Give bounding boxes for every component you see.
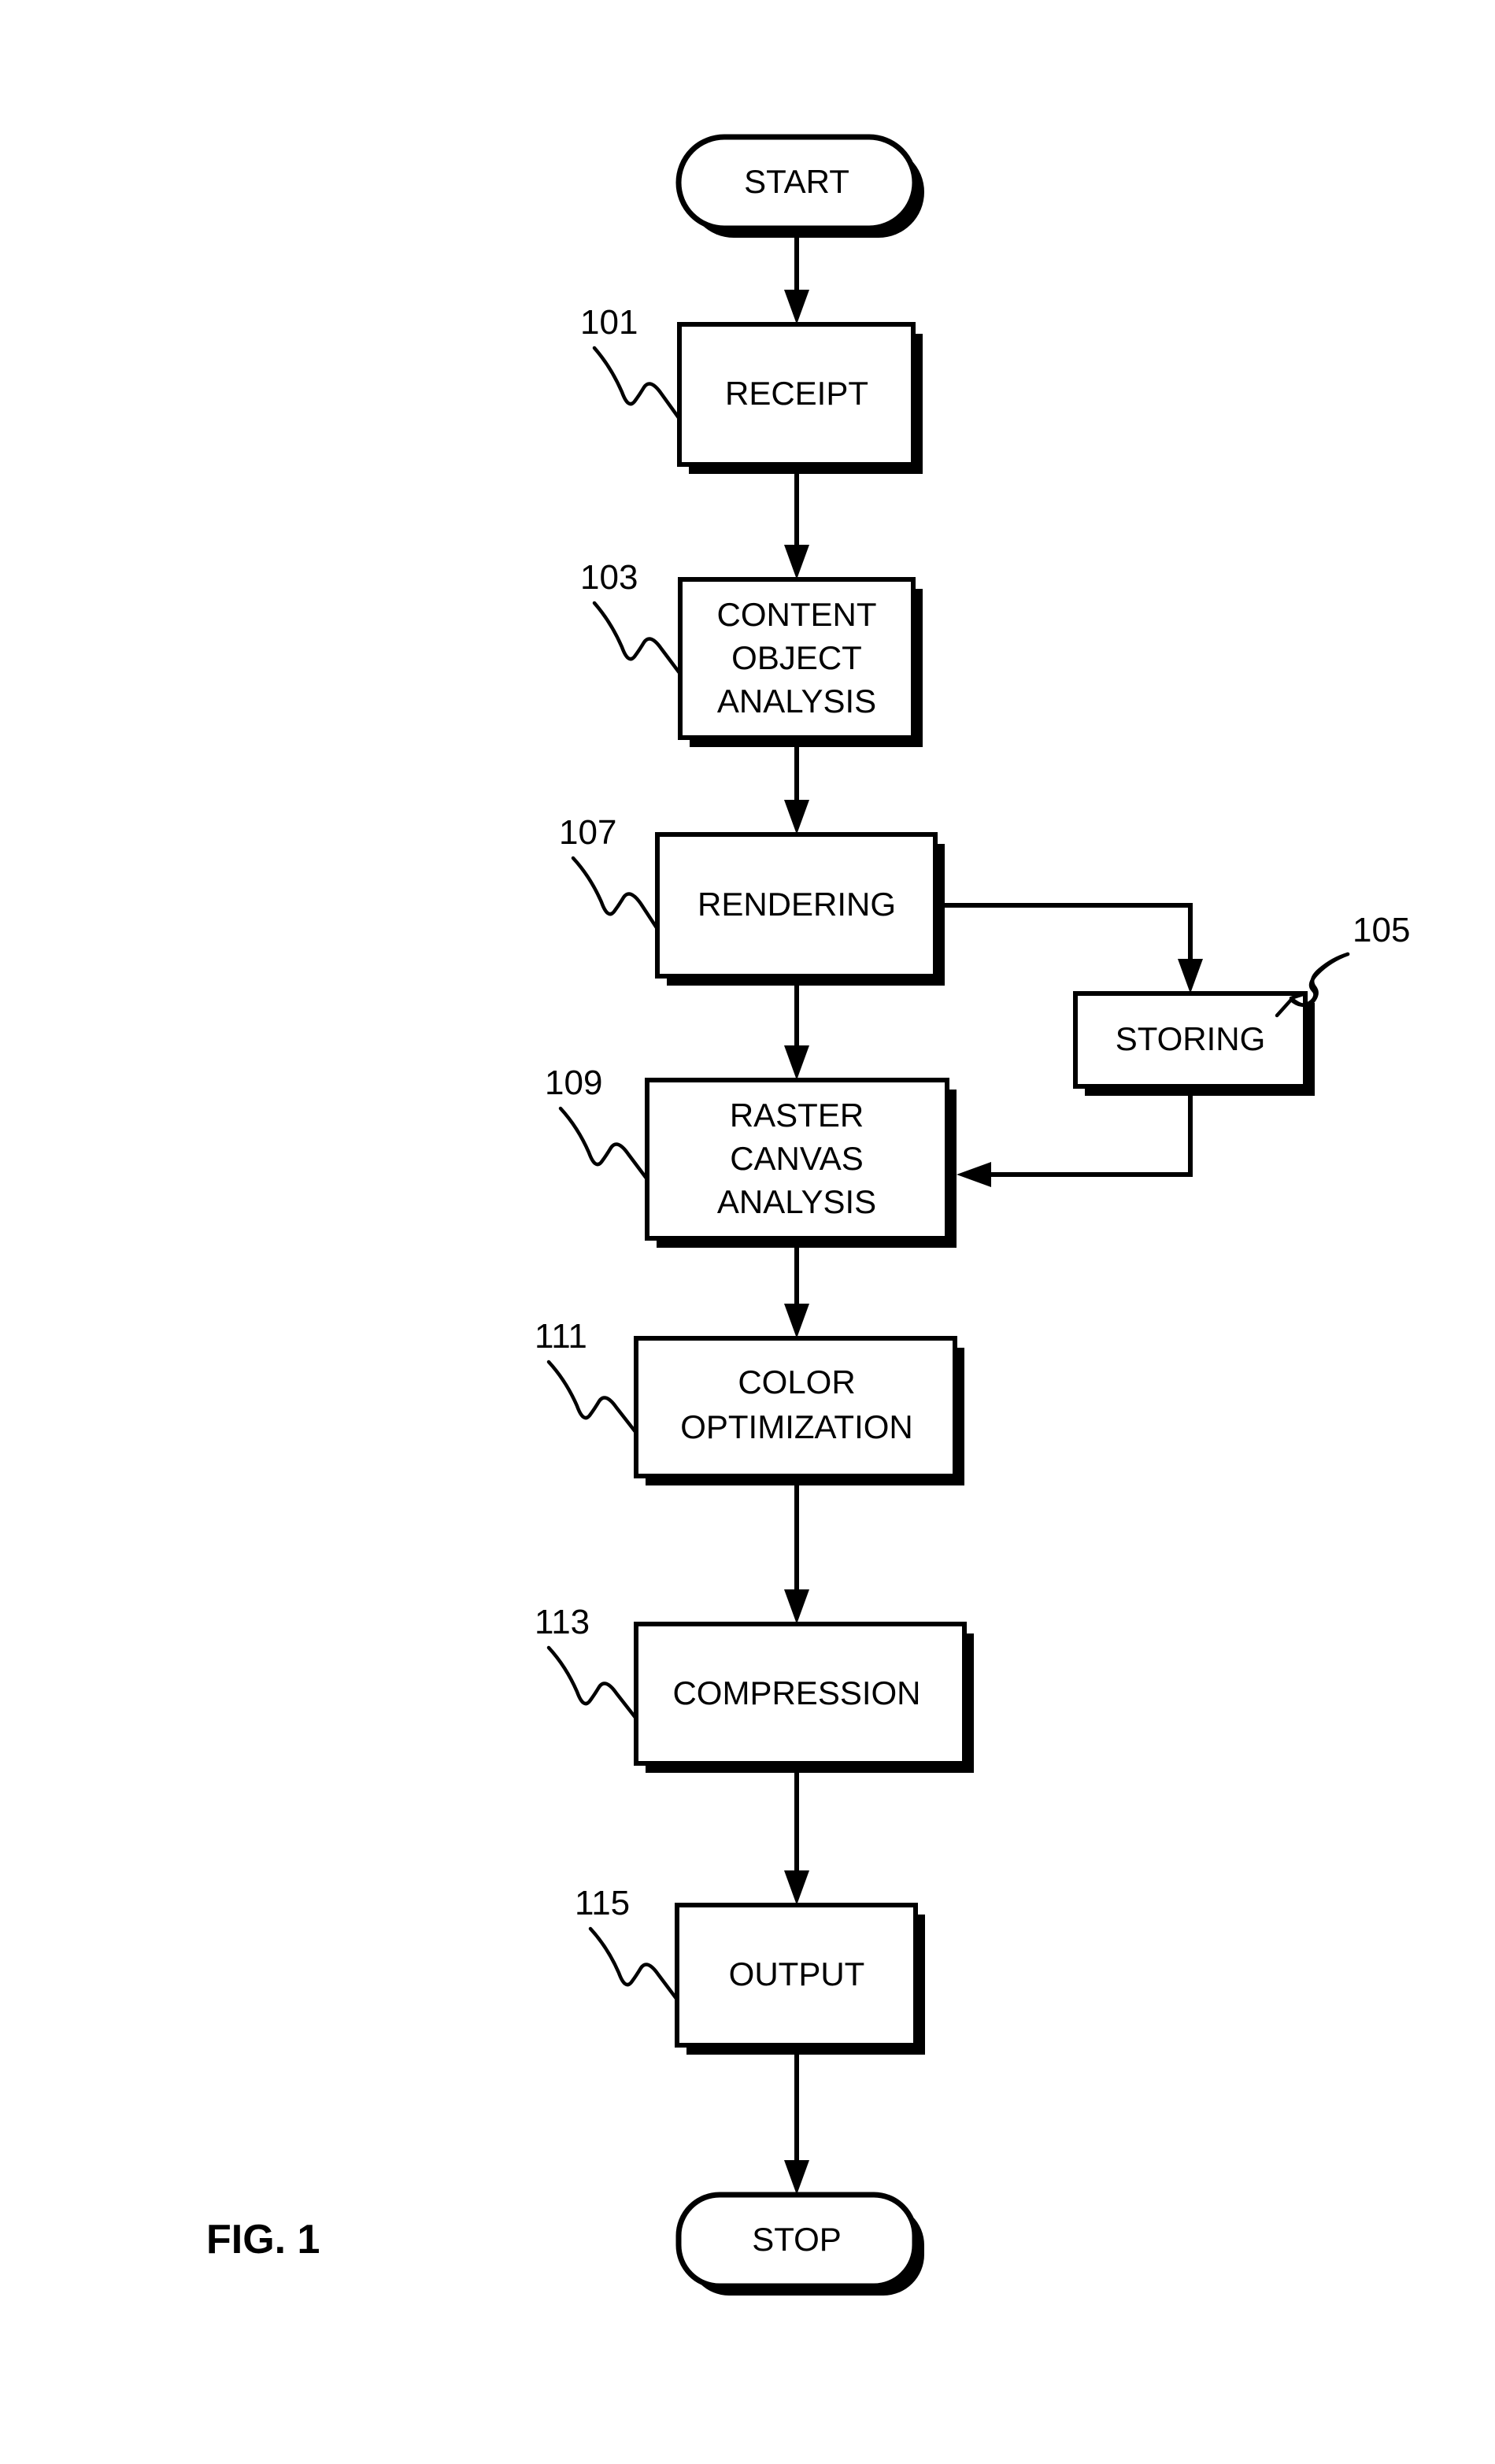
compression-label: COMPRESSION bbox=[672, 1674, 920, 1711]
figure-caption: FIG. 1 bbox=[206, 2217, 320, 2262]
output-label: OUTPUT bbox=[729, 1955, 865, 1992]
rendering-label: RENDERING bbox=[698, 886, 896, 923]
lead-line-107 bbox=[571, 856, 660, 931]
ref-numeral-115: 115 bbox=[575, 1884, 630, 1922]
node-color-optimization: COLOR OPTIMIZATION bbox=[634, 1336, 964, 1485]
ref-numeral-103: 103 bbox=[580, 558, 638, 597]
ref-numeral-113-group: 113 bbox=[535, 1603, 638, 1721]
color-optimization-label-line2: OPTIMIZATION bbox=[680, 1408, 913, 1445]
lead-line-111 bbox=[546, 1360, 638, 1435]
raster-canvas-analysis-label-line1: RASTER bbox=[730, 1097, 864, 1134]
edge-color-to-compression bbox=[784, 1485, 809, 1624]
node-raster-canvas-analysis: RASTER CANVAS ANALYSIS bbox=[645, 1078, 957, 1248]
edge-rendering-to-storing bbox=[945, 903, 1203, 993]
edge-content-to-rendering bbox=[784, 747, 809, 834]
ref-numeral-109: 109 bbox=[545, 1064, 602, 1102]
color-optimization-body bbox=[634, 1336, 957, 1478]
edge-receipt-to-content bbox=[784, 474, 809, 579]
lead-line-103 bbox=[592, 601, 683, 676]
edge-storing-to-raster bbox=[957, 1096, 1193, 1187]
ref-numeral-103-group: 103 bbox=[580, 558, 683, 676]
ref-numeral-111-group: 111 bbox=[535, 1317, 638, 1435]
lead-line-101 bbox=[592, 346, 682, 421]
node-receipt: RECEIPT bbox=[677, 322, 923, 474]
content-object-analysis-label-line3: ANALYSIS bbox=[717, 683, 876, 720]
lead-line-113 bbox=[546, 1645, 638, 1721]
edge-output-to-stop bbox=[784, 2055, 809, 2195]
patent-figure: START RECEIPT 101 CONTENT OBJECT ANALYSI… bbox=[0, 0, 1495, 2464]
edge-raster-to-color bbox=[784, 1248, 809, 1338]
raster-canvas-analysis-label-line3: ANALYSIS bbox=[717, 1183, 876, 1220]
node-rendering: RENDERING bbox=[655, 832, 945, 986]
flowchart-canvas: START RECEIPT 101 CONTENT OBJECT ANALYSI… bbox=[206, 134, 1410, 2296]
node-content-object-analysis: CONTENT OBJECT ANALYSIS bbox=[678, 577, 923, 747]
lead-line-109 bbox=[558, 1106, 649, 1182]
edge-start-to-receipt bbox=[784, 238, 809, 324]
ref-numeral-109-group: 109 bbox=[545, 1064, 649, 1182]
node-storing: STORING bbox=[1073, 991, 1315, 1096]
node-output: OUTPUT bbox=[675, 1903, 925, 2055]
stop-label: STOP bbox=[752, 2221, 842, 2258]
lead-line-115 bbox=[588, 1926, 679, 2002]
start-label: START bbox=[744, 163, 849, 200]
edge-compression-to-output bbox=[784, 1773, 809, 1905]
ref-numeral-115-group: 115 bbox=[575, 1884, 679, 2002]
ref-numeral-111: 111 bbox=[535, 1317, 587, 1356]
storing-label: STORING bbox=[1116, 1020, 1266, 1057]
ref-numeral-107-group: 107 bbox=[559, 813, 660, 931]
color-optimization-label-line1: COLOR bbox=[738, 1363, 855, 1400]
ref-numeral-101-group: 101 bbox=[580, 303, 682, 421]
ref-numeral-101: 101 bbox=[580, 303, 638, 342]
content-object-analysis-label-line1: CONTENT bbox=[717, 596, 877, 633]
ref-numeral-107: 107 bbox=[559, 813, 616, 852]
node-stop: STOP bbox=[675, 2192, 924, 2296]
content-object-analysis-label-line2: OBJECT bbox=[731, 639, 862, 676]
ref-numeral-105: 105 bbox=[1353, 911, 1410, 949]
ref-numeral-113: 113 bbox=[535, 1603, 590, 1641]
receipt-label: RECEIPT bbox=[725, 375, 868, 412]
raster-canvas-analysis-label-line2: CANVAS bbox=[730, 1140, 864, 1177]
node-start: START bbox=[675, 134, 924, 238]
node-compression: COMPRESSION bbox=[634, 1622, 974, 1773]
edge-rendering-to-raster bbox=[784, 986, 809, 1080]
